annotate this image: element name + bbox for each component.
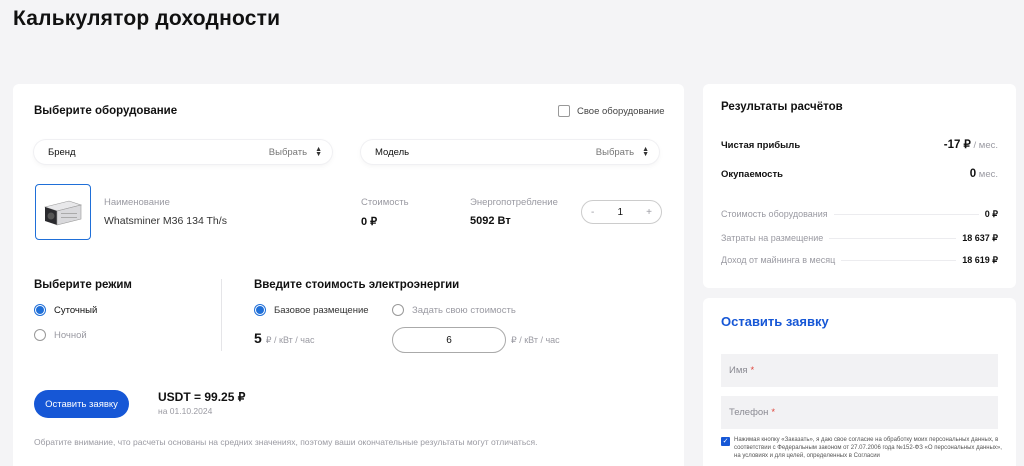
radio-empty-icon[interactable] bbox=[34, 329, 46, 341]
cost-row-label: Стоимость оборудования bbox=[721, 209, 828, 219]
net-profit-label: Чистая прибыль bbox=[721, 140, 801, 151]
own-equipment-label: Свое оборудование bbox=[577, 105, 665, 117]
miner-cost: 0 ₽ bbox=[361, 216, 378, 228]
payback-unit: мес. bbox=[978, 169, 998, 180]
payback-value: 0 bbox=[969, 168, 977, 180]
required-mark: * bbox=[771, 407, 776, 418]
mining-income-row: Доход от майнинга в месяц 18 619 ₽ bbox=[721, 255, 998, 266]
required-mark: * bbox=[750, 365, 755, 376]
consent-checkbox[interactable]: ✓ bbox=[721, 437, 730, 446]
updown-chevron-icon: ▲ ▼ bbox=[642, 146, 649, 158]
net-profit-unit: / мес. bbox=[973, 140, 998, 151]
name-field[interactable]: Имя * bbox=[721, 354, 998, 387]
base-price-value: 5 bbox=[254, 330, 262, 346]
miner-name: Whatsminer M36 134 Th/s bbox=[104, 215, 227, 227]
mode-option-label: Суточный bbox=[54, 304, 98, 316]
divider bbox=[221, 279, 222, 351]
page-title: Калькулятор доходности bbox=[13, 7, 281, 30]
mode-option-night[interactable]: Ночной bbox=[34, 329, 87, 341]
asic-miner-icon bbox=[43, 200, 83, 226]
payback-row: Окупаемость 0 мес. bbox=[721, 168, 998, 180]
phone-field[interactable]: Телефон * bbox=[721, 396, 998, 429]
custom-price-input[interactable]: 6 bbox=[392, 327, 506, 353]
own-equipment-checkbox[interactable] bbox=[558, 105, 570, 117]
rate-date: на 01.10.2024 bbox=[158, 406, 213, 416]
cost-row-value: 18 619 ₽ bbox=[962, 255, 998, 265]
name-field-placeholder: Имя bbox=[729, 365, 748, 376]
model-select[interactable]: Модель Выбрать ▲ ▼ bbox=[361, 140, 659, 164]
brand-select[interactable]: Бренд Выбрать ▲ ▼ bbox=[34, 140, 332, 164]
cost-row-value: 18 637 ₽ bbox=[962, 233, 998, 243]
own-equipment-toggle[interactable]: Свое оборудование bbox=[558, 105, 665, 117]
model-select-label: Модель bbox=[375, 146, 410, 158]
cost-row-label: Затраты на размещение bbox=[721, 233, 824, 243]
custom-price-unit: ₽ / кВт / час bbox=[511, 335, 560, 345]
radio-selected-icon[interactable] bbox=[254, 304, 266, 316]
placement-cost-row: Затраты на размещение 18 637 ₽ bbox=[721, 233, 998, 244]
results-card: Результаты расчётов Чистая прибыль -17 ₽… bbox=[703, 84, 1016, 288]
brand-select-value: Выбрать bbox=[268, 146, 308, 158]
miner-power: 5092 Вт bbox=[470, 215, 511, 227]
order-card: Оставить заявку Имя * Телефон * ✓ Нажима… bbox=[703, 298, 1016, 466]
net-profit-row: Чистая прибыль -17 ₽ / мес. bbox=[721, 137, 998, 151]
consent-text: Нажимая кнопку «Заказать», я даю свое со… bbox=[734, 437, 1002, 459]
cost-label: Стоимость bbox=[361, 197, 409, 208]
usdt-rate: USDT = 99.25 ₽ bbox=[158, 390, 246, 404]
model-select-value: Выбрать bbox=[595, 146, 635, 158]
equipment-heading: Выберите оборудование bbox=[34, 105, 178, 117]
cost-row-value: 0 ₽ bbox=[984, 209, 998, 219]
custom-price-option[interactable]: Задать свою стоимость bbox=[392, 304, 516, 316]
increment-button[interactable]: + bbox=[646, 207, 652, 218]
radio-empty-icon[interactable] bbox=[392, 304, 404, 316]
base-price: 5 ₽ / кВт / час bbox=[254, 330, 314, 346]
cost-row: Стоимость оборудования 0 ₽ bbox=[721, 209, 998, 220]
quantity-value[interactable]: 1 bbox=[617, 207, 623, 218]
calculator-card: Выберите оборудование Свое оборудование … bbox=[13, 84, 684, 466]
updown-chevron-icon: ▲ ▼ bbox=[315, 146, 322, 158]
order-heading: Оставить заявку bbox=[721, 314, 829, 329]
mode-heading: Выберите режим bbox=[34, 279, 132, 291]
base-placement-label: Базовое размещение bbox=[274, 304, 369, 316]
radio-selected-icon[interactable] bbox=[34, 304, 46, 316]
decrement-button[interactable]: - bbox=[591, 207, 594, 218]
payback-label: Окупаемость bbox=[721, 169, 783, 180]
results-heading: Результаты расчётов bbox=[721, 101, 843, 113]
quantity-stepper[interactable]: - 1 + bbox=[581, 200, 662, 224]
base-price-unit: ₽ / кВт / час bbox=[265, 335, 315, 345]
net-profit-value: -17 ₽ bbox=[943, 139, 971, 151]
disclaimer-note: Обратите внимание, что расчеты основаны … bbox=[34, 437, 538, 447]
name-label: Наименование bbox=[104, 197, 170, 208]
mode-option-daily[interactable]: Суточный bbox=[34, 304, 97, 316]
brand-select-label: Бренд bbox=[48, 146, 76, 158]
submit-request-button[interactable]: Оставить заявку bbox=[34, 390, 129, 418]
miner-image bbox=[35, 184, 91, 240]
phone-field-placeholder: Телефон bbox=[729, 407, 769, 418]
mode-option-label: Ночной bbox=[54, 329, 87, 341]
electricity-heading: Введите стоимость электроэнергии bbox=[254, 279, 460, 291]
custom-price-label: Задать свою стоимость bbox=[412, 304, 516, 316]
base-placement-option[interactable]: Базовое размещение bbox=[254, 304, 369, 316]
cost-row-label: Доход от майнинга в месяц bbox=[721, 255, 836, 265]
power-label: Энергопотребление bbox=[470, 197, 558, 208]
